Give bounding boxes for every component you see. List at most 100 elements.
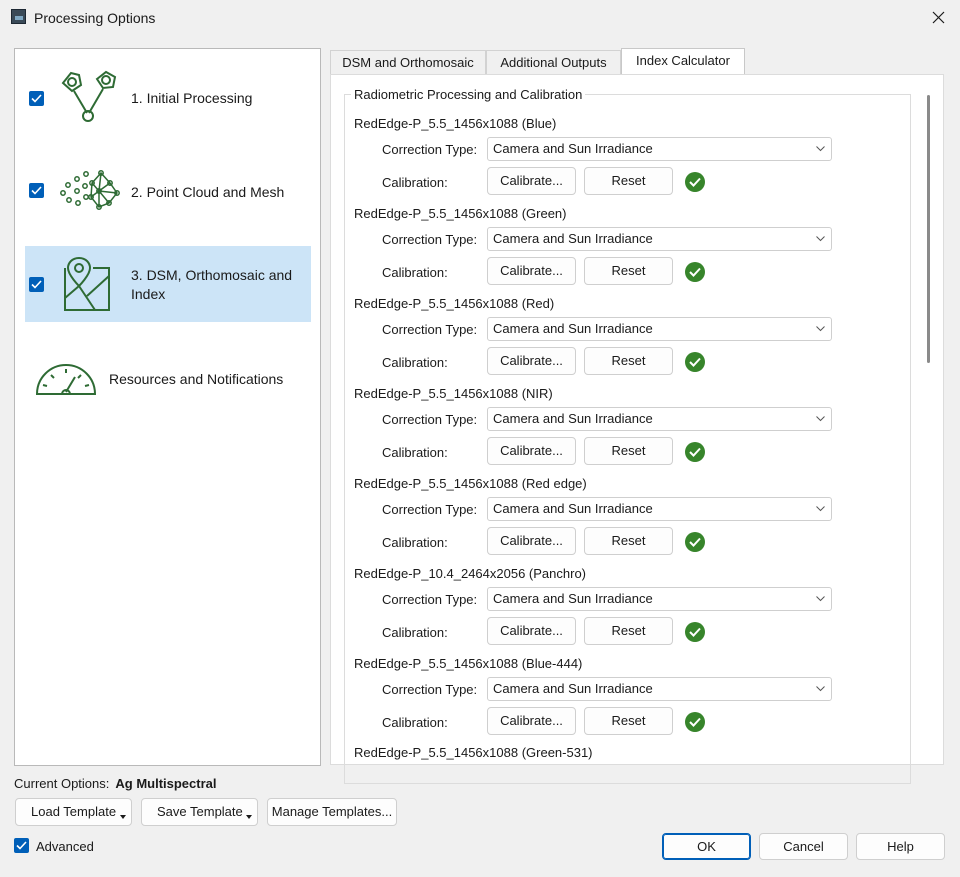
chevron-down-icon — [816, 416, 825, 422]
chevron-down-icon — [816, 596, 825, 602]
tab-index-calculator[interactable]: Index Calculator — [621, 48, 745, 75]
reset-button[interactable]: Reset — [584, 617, 673, 645]
step-checkbox[interactable] — [29, 277, 44, 292]
step-point-cloud[interactable]: 2. Point Cloud and Mesh — [25, 153, 311, 229]
tab-panel: Radiometric Processing and Calibration R… — [330, 74, 944, 784]
step-initial-processing[interactable]: 1. Initial Processing — [25, 57, 311, 141]
current-options-label: Current Options: — [14, 776, 110, 791]
save-template-label: Save Template — [157, 804, 243, 819]
current-options-value: Ag Multispectral — [115, 776, 217, 791]
chevron-down-icon — [816, 326, 825, 332]
checkmark-icon — [31, 186, 42, 195]
calibrated-ok-icon — [685, 622, 705, 642]
calibrated-ok-icon — [685, 172, 705, 192]
step-label: 3. DSM, Orthomosaic and Index — [131, 267, 293, 302]
step-resources-notifications[interactable]: Resources and Notifications — [25, 349, 311, 409]
calibrate-button[interactable]: Calibrate... — [487, 707, 576, 735]
calibration-label: Calibration: — [382, 625, 448, 640]
correction-type-label: Correction Type: — [382, 142, 478, 157]
reset-button[interactable]: Reset — [584, 527, 673, 555]
window-title: Processing Options — [34, 10, 156, 26]
reset-button[interactable]: Reset — [584, 257, 673, 285]
correction-type-select[interactable]: Camera and Sun Irradiance — [487, 317, 832, 341]
tab-dsm-orthomosaic[interactable]: DSM and Orthomosaic — [330, 50, 486, 74]
correction-type-label: Correction Type: — [382, 502, 478, 517]
step-label: Resources and Notifications — [109, 371, 284, 387]
correction-type-select[interactable]: Camera and Sun Irradiance — [487, 137, 832, 161]
tab-additional-outputs[interactable]: Additional Outputs — [486, 50, 621, 74]
reset-button[interactable]: Reset — [584, 347, 673, 375]
correction-type-value: Camera and Sun Irradiance — [493, 591, 653, 606]
help-button[interactable]: Help — [856, 833, 945, 860]
calibrated-ok-icon — [685, 442, 705, 462]
calibrate-button[interactable]: Calibrate... — [487, 167, 576, 195]
load-template-button[interactable]: Load Template — [15, 798, 132, 826]
step-checkbox[interactable] — [29, 183, 44, 198]
correction-type-label: Correction Type: — [382, 322, 478, 337]
calibrate-button[interactable]: Calibrate... — [487, 437, 576, 465]
reset-button[interactable]: Reset — [584, 707, 673, 735]
step-list: 1. Initial Processing 2. Point Cloud and… — [14, 48, 321, 766]
camera-name: RedEdge-P_5.5_1456x1088 (Green) — [354, 206, 567, 221]
correction-type-select[interactable]: Camera and Sun Irradiance — [487, 587, 832, 611]
calibrate-button[interactable]: Calibrate... — [487, 257, 576, 285]
correction-type-value: Camera and Sun Irradiance — [493, 231, 653, 246]
calibration-label: Calibration: — [382, 355, 448, 370]
calibrated-ok-icon — [685, 532, 705, 552]
checkmark-icon — [16, 841, 27, 850]
point-cloud-icon — [60, 170, 120, 210]
camera-name: RedEdge-P_5.5_1456x1088 (Red) — [354, 296, 555, 311]
correction-type-select[interactable]: Camera and Sun Irradiance — [487, 677, 832, 701]
camera-name: RedEdge-P_10.4_2464x2056 (Panchro) — [354, 566, 587, 581]
correction-type-label: Correction Type: — [382, 682, 478, 697]
step-label: 2. Point Cloud and Mesh — [131, 184, 285, 200]
camera-name: RedEdge-P_5.5_1456x1088 (Blue-444) — [354, 656, 583, 671]
manage-templates-button[interactable]: Manage Templates... — [267, 798, 397, 826]
reset-button[interactable]: Reset — [584, 167, 673, 195]
checkmark-icon — [31, 280, 42, 289]
app-icon — [11, 9, 26, 24]
camera-name: RedEdge-P_5.5_1456x1088 (Green-531) — [354, 745, 593, 760]
correction-type-select[interactable]: Camera and Sun Irradiance — [487, 407, 832, 431]
camera-name: RedEdge-P_5.5_1456x1088 (NIR) — [354, 386, 553, 401]
advanced-label: Advanced — [36, 839, 94, 854]
reset-button[interactable]: Reset — [584, 437, 673, 465]
vertical-scrollbar[interactable] — [927, 95, 930, 363]
ok-button[interactable]: OK — [662, 833, 751, 860]
dropdown-arrow-icon — [120, 815, 126, 819]
title-bar: Processing Options — [0, 0, 960, 36]
correction-type-value: Camera and Sun Irradiance — [493, 681, 653, 696]
calibrate-button[interactable]: Calibrate... — [487, 617, 576, 645]
calibrated-ok-icon — [685, 712, 705, 732]
calibration-label: Calibration: — [382, 535, 448, 550]
save-template-button[interactable]: Save Template — [141, 798, 258, 826]
camera-name: RedEdge-P_5.5_1456x1088 (Red edge) — [354, 476, 587, 491]
checkmark-icon — [31, 94, 42, 103]
cancel-button[interactable]: Cancel — [759, 833, 848, 860]
correction-type-value: Camera and Sun Irradiance — [493, 411, 653, 426]
close-button[interactable] — [918, 0, 960, 36]
step-label: 1. Initial Processing — [131, 90, 253, 106]
calibrated-ok-icon — [685, 352, 705, 372]
correction-type-value: Camera and Sun Irradiance — [493, 141, 653, 156]
calibrate-button[interactable]: Calibrate... — [487, 527, 576, 555]
correction-type-select[interactable]: Camera and Sun Irradiance — [487, 497, 832, 521]
chevron-down-icon — [816, 236, 825, 242]
chevron-down-icon — [816, 146, 825, 152]
calibrate-button[interactable]: Calibrate... — [487, 347, 576, 375]
correction-type-label: Correction Type: — [382, 232, 478, 247]
initial-processing-icon — [61, 70, 117, 122]
calibration-label: Calibration: — [382, 715, 448, 730]
step-dsm-orthomosaic-index[interactable]: 3. DSM, Orthomosaic and Index — [25, 246, 311, 322]
correction-type-label: Correction Type: — [382, 592, 478, 607]
calibration-label: Calibration: — [382, 265, 448, 280]
current-options: Current Options: Ag Multispectral — [14, 776, 217, 791]
group-title: Radiometric Processing and Calibration — [351, 87, 586, 102]
advanced-checkbox[interactable] — [14, 838, 29, 853]
correction-type-value: Camera and Sun Irradiance — [493, 501, 653, 516]
correction-type-select[interactable]: Camera and Sun Irradiance — [487, 227, 832, 251]
correction-type-label: Correction Type: — [382, 412, 478, 427]
dropdown-arrow-icon — [246, 815, 252, 819]
chevron-down-icon — [816, 506, 825, 512]
step-checkbox[interactable] — [29, 91, 44, 106]
